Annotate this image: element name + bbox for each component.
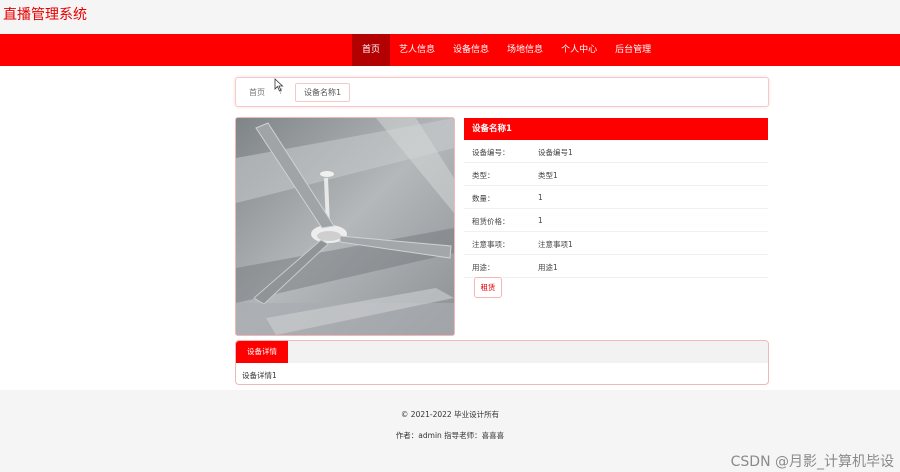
nav-item-venues[interactable]: 场地信息 <box>498 34 552 66</box>
site-title: 直播管理系统 <box>3 7 87 23</box>
detail-row-usage: 用途： 用途1 <box>464 255 768 278</box>
field-value: 用途1 <box>538 263 558 272</box>
footer-author: 作者：admin 指导老师：喜喜喜 <box>395 431 505 440</box>
field-label: 注意事项： <box>472 240 510 249</box>
field-value: 类型1 <box>538 171 558 180</box>
mouse-cursor-icon <box>274 78 284 92</box>
top-header: 直播管理系统 <box>0 0 900 34</box>
breadcrumb-home-link[interactable]: 首页 <box>249 87 265 98</box>
equipment-name-title: 设备名称1 <box>464 118 768 140</box>
equipment-photo <box>235 117 455 336</box>
detail-tabs: 设备详情 设备详情1 <box>235 340 769 385</box>
detail-row-type: 类型： 类型1 <box>464 163 768 186</box>
footer-copyright: © 2021-2022 毕业设计所有 <box>400 410 500 419</box>
ceiling-fan-photo <box>236 118 454 335</box>
field-label: 租赁价格： <box>472 217 510 226</box>
field-label: 类型： <box>472 171 495 180</box>
field-label: 设备编号： <box>472 148 510 157</box>
field-value: 设备编号1 <box>538 148 573 157</box>
rent-button[interactable]: 租赁 <box>474 277 502 298</box>
nav-item-artists[interactable]: 艺人信息 <box>390 34 444 66</box>
breadcrumb-current: 设备名称1 <box>295 83 351 102</box>
field-value: 注意事项1 <box>538 240 573 249</box>
detail-row-price: 租赁价格： 1 <box>464 209 768 232</box>
tab-header: 设备详情 <box>236 341 768 363</box>
nav-item-equipment[interactable]: 设备信息 <box>444 34 498 66</box>
nav-item-home[interactable]: 首页 <box>352 34 391 66</box>
main-navbar: 首页 艺人信息 设备信息 场地信息 个人中心 后台管理 <box>0 34 900 66</box>
field-value: 1 <box>538 216 543 225</box>
field-label: 数量： <box>472 194 495 203</box>
watermark: CSDN @月影_计算机毕设 <box>730 454 894 470</box>
tab-content: 设备详情1 <box>242 371 277 380</box>
tab-equipment-details[interactable]: 设备详情 <box>236 341 288 363</box>
equipment-detail-panel: 设备名称1 设备编号： 设备编号1 类型： 类型1 数量： 1 租赁价格： 1 … <box>464 118 768 298</box>
detail-row-code: 设备编号： 设备编号1 <box>464 140 768 163</box>
nav-menu: 首页 艺人信息 设备信息 场地信息 个人中心 后台管理 <box>352 34 660 66</box>
detail-row-notes: 注意事项： 注意事项1 <box>464 232 768 255</box>
nav-item-profile[interactable]: 个人中心 <box>552 34 606 66</box>
nav-item-admin[interactable]: 后台管理 <box>606 34 660 66</box>
field-value: 1 <box>538 193 543 202</box>
field-label: 用途： <box>472 263 495 272</box>
breadcrumb: 首页 / 设备名称1 <box>235 77 769 107</box>
detail-row-quantity: 数量： 1 <box>464 186 768 209</box>
